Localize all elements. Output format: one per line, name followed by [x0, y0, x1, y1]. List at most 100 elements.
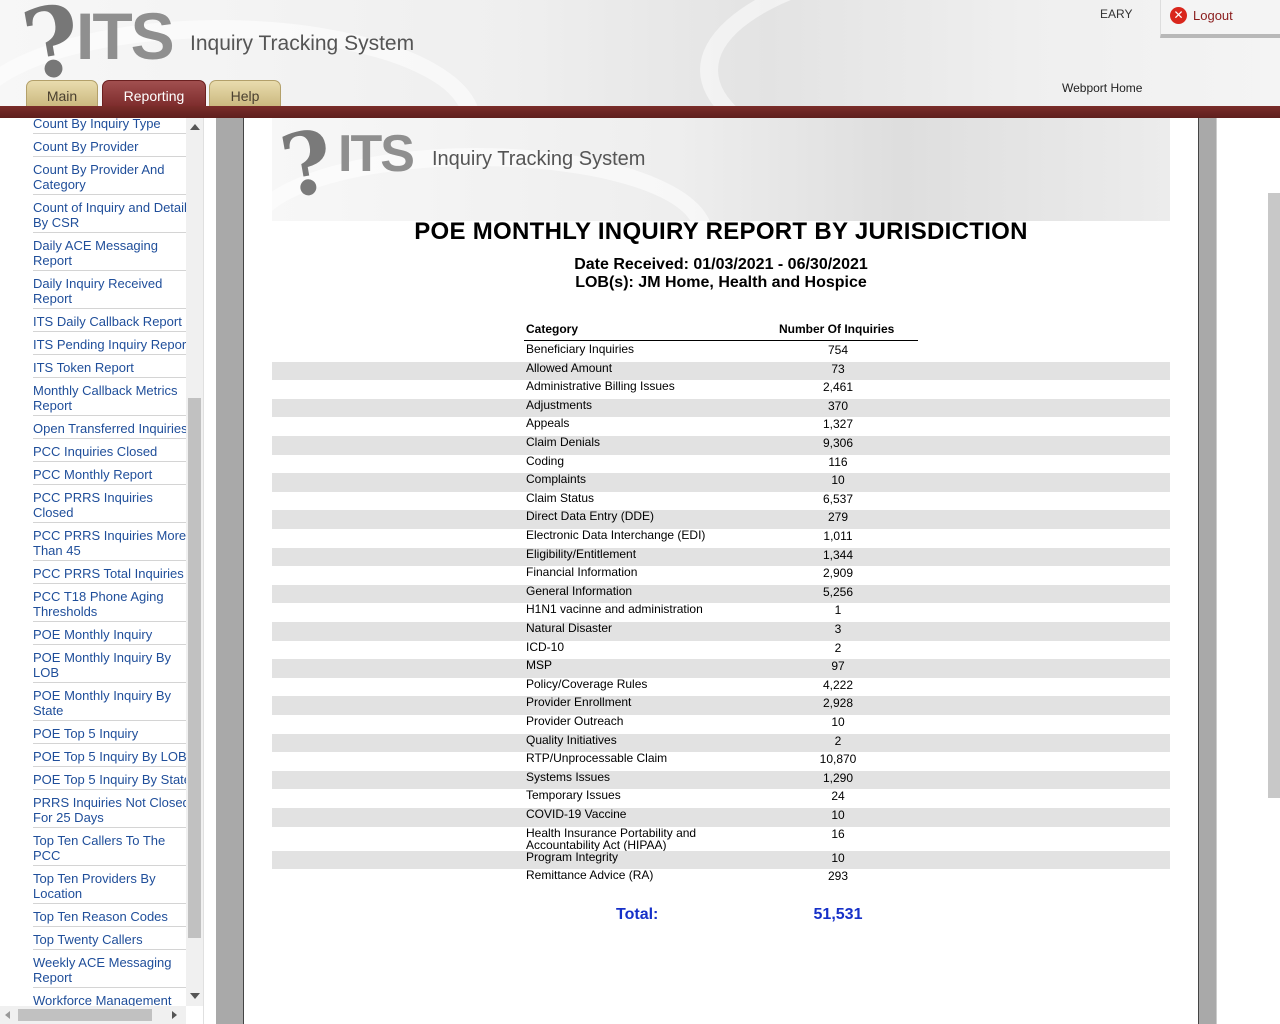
row-category-text: Adjustments	[526, 397, 593, 412]
table-row: Electronic Data Interchange (EDI) 1,011	[272, 529, 1170, 548]
row-category-text-line2: Accountability Act (HIPAA)	[526, 837, 667, 852]
sidebar-item-label: PRRS Inquiries Not Closed	[33, 795, 186, 810]
row-category: Quality Initiatives	[526, 733, 617, 747]
row-count: 370	[827, 398, 849, 413]
tab-help[interactable]: Help	[209, 80, 281, 108]
page-scrollbar-thumb[interactable]	[1268, 193, 1280, 798]
sidebar-item-label: Weekly ACE Messaging	[33, 955, 172, 970]
sidebar-item-label-line2: Report	[33, 970, 73, 985]
row-count: 9,306	[822, 436, 854, 450]
sidebar-item-label: POE Monthly Inquiry	[33, 627, 153, 642]
tab-main[interactable]: Main	[26, 80, 98, 108]
scrollbar-thumb-horizontal[interactable]	[18, 1009, 152, 1021]
logout-link[interactable]: Logout	[1193, 8, 1233, 23]
sidebar-item[interactable]: PCC Inquiries Closed	[33, 440, 186, 462]
sidebar-item[interactable]: Count By Provider	[33, 135, 186, 157]
sidebar-item-label: Count of Inquiry and Detail	[33, 200, 186, 215]
table-row: Natural Disaster 3	[272, 622, 1170, 641]
logo-its-text: ITS	[338, 125, 415, 183]
report-banner: ? ITS Inquiry Tracking System	[272, 118, 1170, 221]
sidebar-item[interactable]: POE Monthly Inquiry By LOB	[33, 646, 186, 683]
sidebar-item[interactable]: Top Twenty Callers	[33, 928, 186, 950]
sidebar-item[interactable]: PCC PRRS Inquiries More Than 45	[33, 524, 186, 561]
logout-button[interactable]: ✕ Logout	[1160, 0, 1280, 38]
row-category: General Information	[526, 584, 632, 598]
sidebar-item[interactable]: PCC T18 Phone Aging Thresholds	[33, 585, 186, 622]
row-category-text: Systems Issues	[526, 769, 611, 784]
table-row: Remittance Advice (RA) 293	[272, 869, 1170, 888]
nav-bar	[0, 106, 1280, 118]
row-count: 2	[834, 640, 842, 655]
scroll-left-arrow-icon[interactable]	[5, 1011, 10, 1019]
logo-subtitle: Inquiry Tracking System	[190, 32, 415, 55]
sidebar-item[interactable]: PCC Monthly Report	[33, 463, 186, 485]
sidebar-item-label: ITS Token Report	[33, 360, 134, 375]
row-category: Systems Issues	[526, 769, 611, 784]
sidebar-item[interactable]: Monthly Callback Metrics Report	[33, 379, 186, 416]
sidebar-vertical-scrollbar[interactable]	[186, 118, 203, 1006]
sidebar-horizontal-scrollbar[interactable]	[0, 1006, 186, 1024]
sidebar-item[interactable]: POE Top 5 Inquiry	[33, 722, 186, 744]
row-count: 116	[828, 454, 848, 469]
row-count: 73	[831, 361, 845, 376]
sidebar-item-label-line2: PCC	[33, 848, 61, 863]
sidebar-item[interactable]: Top Ten Providers By Location	[33, 867, 186, 904]
sidebar-item-label: POE Top 5 Inquiry	[33, 726, 139, 741]
row-category-text: Natural Disaster	[526, 621, 613, 635]
row-count: 2,909	[822, 566, 854, 581]
sidebar-item[interactable]: PCC PRRS Inquiries Closed	[33, 486, 186, 523]
report-sidebar: Count By Inquiry Type Count By Provider Co…	[0, 118, 204, 1024]
sidebar-item[interactable]: PCC PRRS Total Inquiries	[33, 562, 186, 584]
sidebar-item[interactable]: ITS Pending Inquiry Report	[33, 333, 186, 355]
scroll-down-arrow-icon[interactable]	[190, 993, 200, 999]
row-category: H1N1 vacinne and administration	[526, 603, 703, 616]
table-row: COVID-19 Vaccine 10	[272, 808, 1170, 827]
sidebar-item[interactable]: POE Monthly Inquiry By State	[33, 684, 186, 721]
sidebar-item-label-line2: LOB	[33, 665, 60, 680]
table-row: Temporary Issues 24	[272, 789, 1170, 808]
row-count: 2	[834, 733, 842, 748]
sidebar-item[interactable]: ITS Daily Callback Report	[33, 310, 186, 332]
sidebar-item-label: POE Top 5 Inquiry By LOB	[33, 749, 186, 764]
sidebar-item[interactable]: Daily Inquiry Received Report	[33, 272, 186, 309]
row-count: 4,222	[822, 677, 854, 692]
row-count: 3	[834, 622, 842, 636]
sidebar-item[interactable]: Top Ten Callers To The PCC	[33, 829, 186, 866]
scroll-up-arrow-icon[interactable]	[190, 124, 200, 130]
sidebar-item[interactable]: ITS Token Report	[33, 356, 186, 378]
row-count: 5,256	[822, 584, 854, 599]
table-row: Adjustments 370	[272, 397, 1170, 418]
sidebar-item-label-line2: Report	[33, 253, 73, 268]
row-category: Policy/Coverage Rules	[526, 677, 647, 691]
sidebar-item[interactable]: POE Top 5 Inquiry By State	[33, 768, 186, 790]
row-category: MSP	[526, 659, 552, 672]
sidebar-item[interactable]: Top Ten Reason Codes	[33, 905, 186, 927]
sidebar-item[interactable]: Weekly ACE Messaging Report	[33, 951, 186, 988]
sidebar-item[interactable]: POE Monthly Inquiry	[33, 623, 186, 645]
table-row: General Information 5,256	[272, 584, 1170, 604]
scrollbar-thumb[interactable]	[188, 398, 201, 938]
sidebar-item-label: Open Transferred Inquiries	[33, 421, 186, 436]
table-row: Claim Denials 9,306	[272, 436, 1170, 455]
table-row: Provider Enrollment 2,928	[272, 696, 1170, 715]
sidebar-item[interactable]: Open Transferred Inquiries	[33, 417, 186, 439]
webport-home-link[interactable]: Webport Home	[1062, 81, 1142, 95]
tab-reporting[interactable]: Reporting	[102, 80, 206, 108]
sidebar-item[interactable]: PRRS Inquiries Not Closed For 25 Days	[33, 791, 186, 828]
sidebar-item[interactable]: Daily ACE Messaging Report	[33, 234, 186, 271]
sidebar-item[interactable]: POE Top 5 Inquiry By LOB	[33, 745, 186, 767]
sidebar-item[interactable]: Count of Inquiry and Detail By CSR	[33, 196, 186, 233]
row-count: 10	[831, 850, 845, 865]
table-row: Policy/Coverage Rules 4,222	[272, 677, 1170, 697]
row-count: 10	[831, 808, 845, 822]
sidebar-item[interactable]: Count By Provider And Category	[33, 158, 186, 195]
sidebar-item-label: POE Monthly Inquiry By	[33, 688, 171, 703]
row-category-text: Electronic Data Interchange (EDI)	[526, 528, 706, 542]
row-count: 6,537	[822, 491, 854, 506]
sidebar-item[interactable]: Count By Inquiry Type	[33, 118, 186, 134]
sidebar-item-label: Monthly Callback Metrics	[33, 383, 178, 398]
user-name: EARY	[1100, 7, 1133, 21]
scroll-right-arrow-icon[interactable]	[172, 1011, 177, 1019]
row-category: Beneficiary Inquiries	[526, 343, 634, 356]
row-category: Adjustments	[526, 397, 593, 412]
